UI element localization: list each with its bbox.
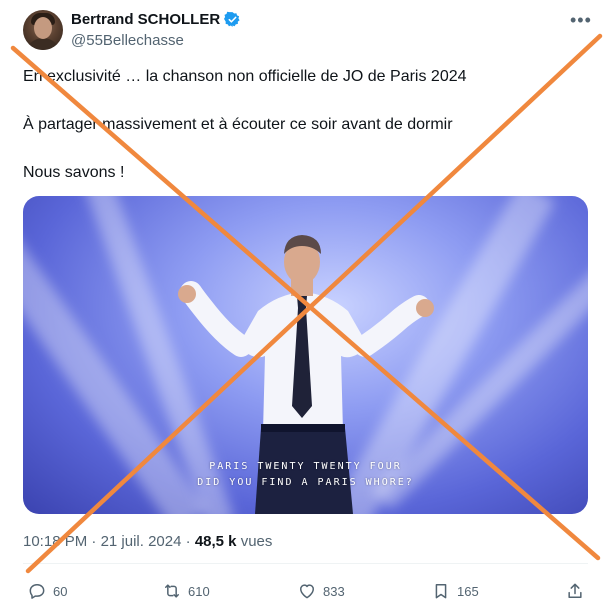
- bookmark-icon: [435, 584, 447, 599]
- author-row: Bertrand SCHOLLER: [71, 11, 241, 28]
- repost-button[interactable]: 610: [162, 581, 210, 601]
- video-thumbnail[interactable]: PARIS TWENTY TWENTY FOUR DID YOU FIND A …: [23, 196, 588, 514]
- tweet-meta: 10:18 PM · 21 juil. 2024 · 48,5 k vues: [23, 533, 273, 550]
- tweet-text-line-2: À partager massivement et à écouter ce s…: [23, 116, 453, 133]
- tweet-time[interactable]: 10:18 PM: [23, 533, 87, 550]
- like-button[interactable]: 833: [297, 581, 345, 601]
- repost-icon: [165, 584, 179, 598]
- author-name[interactable]: Bertrand SCHOLLER: [71, 11, 220, 28]
- like-count: 833: [323, 583, 345, 599]
- views-count: 48,5 k: [194, 533, 237, 550]
- more-icon[interactable]: •••: [570, 10, 592, 31]
- tweet-date[interactable]: 21 juil. 2024: [101, 533, 182, 550]
- reply-icon: [29, 584, 45, 599]
- repost-count: 610: [188, 583, 210, 599]
- tweet-text-line-3: Nous savons !: [23, 164, 125, 181]
- video-caption-line-2: DID YOU FIND A PARIS WHORE?: [197, 477, 414, 488]
- share-icon: [568, 583, 582, 598]
- tweet-text-line-1: En exclusivité … la chanson non officiel…: [23, 68, 467, 85]
- bookmark-count: 165: [457, 583, 479, 599]
- author-handle[interactable]: @55Bellechasse: [71, 32, 184, 49]
- like-icon: [300, 584, 314, 599]
- reply-count: 60: [53, 583, 68, 599]
- tweet-card: Bertrand SCHOLLER @55Bellechasse ••• En …: [0, 0, 608, 607]
- divider: [23, 563, 588, 564]
- views-label: vues: [240, 533, 273, 550]
- bookmark-button[interactable]: 165: [431, 581, 479, 601]
- video-caption-line-1: PARIS TWENTY TWENTY FOUR: [209, 461, 402, 472]
- verified-badge-icon: [224, 11, 240, 27]
- share-button[interactable]: [565, 581, 585, 601]
- avatar[interactable]: [23, 10, 63, 50]
- reply-button[interactable]: 60: [27, 581, 67, 601]
